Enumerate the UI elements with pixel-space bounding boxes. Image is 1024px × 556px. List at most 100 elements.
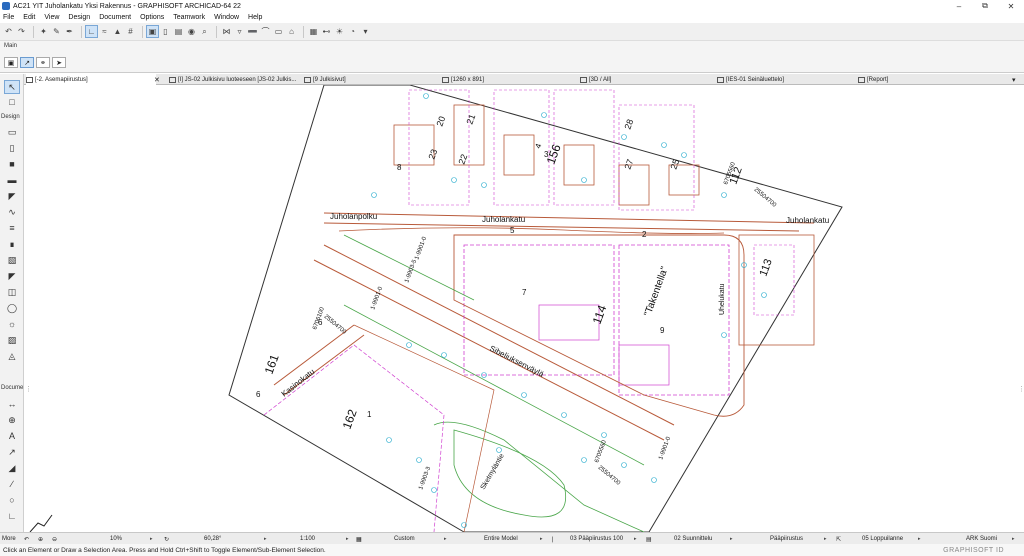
menu-window[interactable]: Window	[214, 14, 239, 21]
line-icon[interactable]: ∕	[5, 478, 19, 490]
maximize-button[interactable]: ⧉	[972, 0, 998, 12]
snap-guides-icon[interactable]: ≈	[99, 26, 110, 37]
undo-icon[interactable]: ↶	[3, 26, 14, 37]
arrow-select-icon[interactable]: ↖	[4, 80, 20, 94]
trace-icon[interactable]: ▤	[173, 26, 184, 37]
skylight-icon[interactable]: ◯	[5, 302, 19, 314]
label-icon[interactable]: ↗	[5, 446, 19, 458]
shell-icon[interactable]: ∿	[5, 206, 19, 218]
right-scroll-handle-icon[interactable]: ⋮	[1018, 385, 1024, 397]
menu-options[interactable]: Options	[140, 14, 164, 21]
menu-view[interactable]: View	[44, 14, 59, 21]
quick-select-icon[interactable]: ⚭	[36, 57, 50, 68]
column-icon[interactable]: ▯	[5, 142, 19, 154]
lot-number: 6	[256, 390, 261, 399]
graphisoft-id-link[interactable]: GRAPHISOFT ID	[943, 544, 1004, 556]
stair-icon[interactable]: ≡	[5, 222, 19, 234]
menu-file[interactable]: File	[3, 14, 14, 21]
dimension-icon[interactable]: ↔	[5, 398, 19, 410]
menu-help[interactable]: Help	[248, 14, 262, 21]
street-label-juholanpolku: Juholanpolku	[330, 212, 377, 221]
roof-tool-icon[interactable]: ◤	[5, 190, 19, 202]
polyline-icon[interactable]: ∟	[5, 510, 19, 522]
elevation-icon[interactable]: ⊷	[321, 26, 332, 37]
inject-icon[interactable]: ✎	[51, 26, 62, 37]
tab-elevation[interactable]: [I] JS-02 Julkisivu luoteeseen [JS-02 Ju…	[169, 74, 299, 85]
close-tab-icon[interactable]: ✕	[154, 74, 160, 85]
roof-icon[interactable]: ⌂	[286, 26, 297, 37]
left-scroll-handle-icon[interactable]: ⋮	[25, 385, 32, 397]
pointer-icon[interactable]: ➤	[52, 57, 66, 68]
tab-label: [IES-01 Seinäluettelo]	[726, 76, 785, 83]
view-tabs: [-2. Asemapiirustus] ✕ [I] JS-02 Julkisi…	[24, 74, 1024, 85]
tab-report[interactable]: [Report]	[858, 74, 988, 85]
window-tool-icon[interactable]: ◫	[5, 286, 19, 298]
menu-edit[interactable]: Edit	[23, 14, 35, 21]
zone-icon[interactable]: ▨	[5, 334, 19, 346]
tab-layout-size[interactable]: [1260 x 891]	[442, 74, 572, 85]
tab-wall-list[interactable]: [IES-01 Seinäluettelo]	[717, 74, 847, 85]
beam-icon[interactable]: ■	[5, 158, 19, 170]
tab-overflow-icon[interactable]: ▾	[1012, 74, 1016, 85]
street-label-juholankatu: Juholankatu	[482, 215, 525, 224]
tab-label: [1260 x 891]	[451, 76, 485, 83]
menu-document[interactable]: Document	[99, 14, 131, 21]
close-button[interactable]: ✕	[998, 0, 1024, 12]
elevation-tab-icon	[169, 76, 176, 83]
window-title: AC21 YIT Juholankatu Yksi Rakennus - GRA…	[13, 2, 241, 10]
menu-design[interactable]: Design	[68, 14, 90, 21]
intersect-icon[interactable]: ➖	[247, 26, 258, 37]
lot-number: 1	[367, 410, 372, 419]
more-tools-icon[interactable]: ▾	[360, 26, 371, 37]
marquee-icon[interactable]: □	[5, 96, 19, 108]
lot-number: 28	[622, 118, 635, 131]
text-tool-icon[interactable]: A	[5, 430, 19, 442]
split-icon[interactable]: ⋈	[221, 26, 232, 37]
minimize-button[interactable]: –	[946, 0, 972, 12]
zoom-icon[interactable]: ⌕	[199, 26, 210, 37]
fill-icon[interactable]: ◢	[5, 462, 19, 474]
mesh-icon[interactable]: ◬	[5, 350, 19, 362]
wall-icon[interactable]: ▭	[5, 126, 19, 138]
drawing-canvas[interactable]: Juholanpolku Juholankatu Juholankatu Sib…	[24, 85, 1024, 532]
slab-icon[interactable]: ▬	[5, 174, 19, 186]
layers-icon[interactable]: ▣	[146, 25, 159, 38]
adjust-icon[interactable]: ▿	[234, 26, 245, 37]
pick-up-icon[interactable]: ✦	[38, 26, 49, 37]
3d-view-icon[interactable]: ☀	[334, 26, 345, 37]
section-icon[interactable]: ▦	[308, 26, 319, 37]
guide-lines-icon[interactable]: ∟	[85, 25, 98, 38]
render-icon[interactable]: ◔	[347, 26, 358, 37]
redo-icon[interactable]: ↷	[16, 26, 27, 37]
grid-icon[interactable]: #	[125, 26, 136, 37]
street-label-uhelukatu: Uhelukatu	[719, 283, 726, 315]
toolbar-divider	[33, 25, 34, 38]
curtain-wall-icon[interactable]: ▧	[5, 254, 19, 266]
tab-label: [-2. Asemapiirustus]	[35, 76, 88, 83]
menu-bar: File Edit View Design Document Options T…	[0, 12, 1024, 23]
selection-method-icon[interactable]: ▣	[4, 57, 18, 68]
arrow-mode-icon[interactable]: ↗	[20, 57, 34, 68]
tab-3d[interactable]: [3D / All]	[580, 74, 710, 85]
lot-number: 5	[510, 226, 515, 235]
schedule-tab-icon	[717, 76, 724, 83]
tab-label: [9 Julkisivut]	[313, 76, 346, 83]
fillet-icon[interactable]: ⌒	[260, 26, 271, 37]
hint-bar: Click an Element or Draw a Selection Are…	[0, 544, 1024, 556]
site-plan-drawing[interactable]: Juholanpolku Juholankatu Juholankatu Sib…	[24, 85, 1024, 532]
eyedropper-icon[interactable]: ✒	[64, 26, 75, 37]
view-icon[interactable]: ◉	[186, 26, 197, 37]
menu-teamwork[interactable]: Teamwork	[173, 14, 205, 21]
door-icon[interactable]: ◤	[5, 270, 19, 282]
lock-icon[interactable]: ▯	[160, 26, 171, 37]
toolbox-section-document: Docume	[1, 385, 24, 391]
circle-icon[interactable]: ○	[5, 494, 19, 506]
axis-indicator-icon	[29, 514, 53, 532]
object-icon[interactable]: ☼	[5, 318, 19, 330]
snap-points-icon[interactable]: ▲	[112, 26, 123, 37]
tab-elevations[interactable]: [9 Julkisivut]	[304, 74, 434, 85]
offset-icon[interactable]: ▭	[273, 26, 284, 37]
level-icon[interactable]: ⊕	[5, 414, 19, 426]
railing-icon[interactable]: ∎	[5, 238, 19, 250]
tab-site-plan[interactable]: [-2. Asemapiirustus]	[26, 74, 156, 85]
